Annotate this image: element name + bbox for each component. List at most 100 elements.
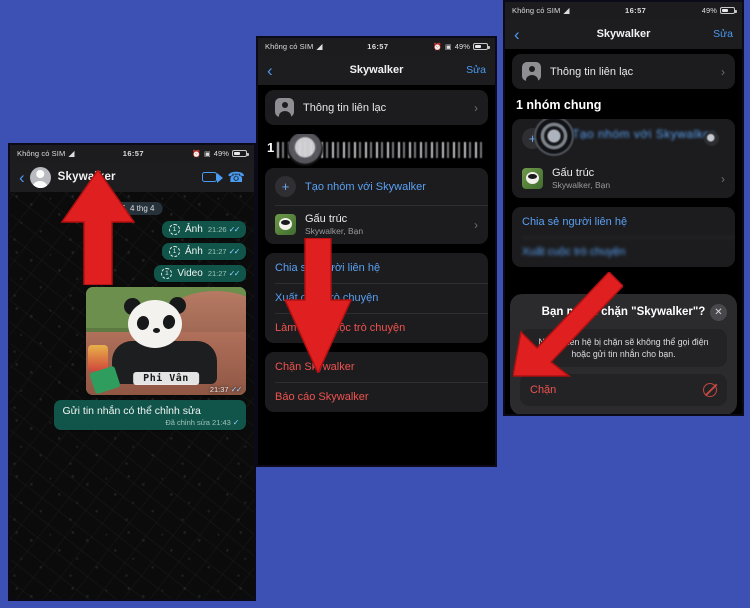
dialog-title: Bạn muốn chặn "Skywalker"? — [541, 306, 706, 318]
photo-caption-sticker: Phi Vân — [133, 372, 199, 385]
view-once-icon: 1 — [169, 246, 181, 257]
chevron-right-icon: › — [721, 171, 725, 186]
info-content: Thông tin liên lạc › 1 nhóm chung + Tạo … — [505, 49, 742, 414]
group-card: + Tạo nhóm với Skywalker Gấu trúc Skywal… — [512, 119, 735, 198]
group-avatar-panda — [275, 214, 296, 235]
media-label: Video — [177, 268, 203, 279]
actions-card: Chia sẻ người liên hệ Xuất cuộc trò chuy… — [265, 253, 488, 343]
edited-meta: Đã chỉnh sửa 21:43 — [165, 418, 231, 427]
dialog-description: Người liên hệ bị chặn sẽ không thể gọi đ… — [520, 329, 727, 367]
chat-navbar: ‹ Skywalker ☎ — [10, 162, 254, 192]
carrier-label: Không có SIM — [265, 42, 314, 51]
battery-icon — [232, 150, 249, 157]
read-receipt-icon: ✓ — [232, 418, 240, 427]
block-icon — [703, 383, 717, 397]
page-title: Skywalker — [349, 64, 404, 76]
alarm-icon: ⏰ — [192, 150, 201, 158]
chevron-left-icon[interactable]: ‹ — [267, 62, 273, 79]
message-time: 21:27 — [207, 269, 227, 278]
media-message-bubble[interactable]: 1 Ảnh 21:27 ✓✓ — [162, 243, 246, 260]
message-time: 21:37 — [209, 385, 229, 394]
battery-percent-label: 49% — [701, 6, 717, 15]
media-message-bubble[interactable]: 1 Ảnh 21:26 ✓✓ — [162, 221, 246, 238]
plus-circle-icon: + — [275, 176, 296, 197]
contact-info-screen: Không có SIM ◢ 16:57 ⏰ ▣ 49% ‹ Skywalker… — [256, 36, 497, 467]
export-chat-row[interactable]: Xuất cuộc trò chuyện — [265, 283, 488, 313]
groups-heading: 1 nhóm chung — [516, 98, 602, 112]
info-navbar: ‹ Skywalker Sửa — [505, 19, 742, 49]
edit-button[interactable]: Sửa — [466, 64, 486, 76]
share-contact-row[interactable]: Chia sẻ người liên hệ — [512, 207, 735, 237]
confirm-block-button[interactable]: Chặn — [520, 374, 727, 406]
block-confirm-dialog: ✕ Bạn muốn chặn "Skywalker"? Người liên … — [510, 294, 737, 414]
message-time: 21:27 — [207, 247, 227, 256]
read-receipt-icon: ✓✓ — [228, 269, 241, 278]
contact-info-row[interactable]: Thông tin liên lạc › — [512, 54, 735, 89]
carrier-label: Không có SIM — [17, 149, 66, 158]
message-time: 21:26 — [207, 225, 227, 234]
contact-info-label: Thông tin liên lạc — [303, 101, 387, 114]
rotation-lock-icon: ▣ — [444, 43, 452, 51]
share-contact-row[interactable]: Chia sẻ người liên hệ — [265, 253, 488, 283]
view-once-icon: 1 — [169, 224, 181, 235]
avatar[interactable] — [29, 166, 51, 188]
chevron-left-icon[interactable]: ‹ — [514, 26, 520, 43]
chevron-right-icon: › — [721, 64, 725, 79]
contact-card-icon — [522, 62, 541, 81]
create-group-label: Tạo nhóm với Skywalker — [572, 127, 715, 141]
rotation-lock-icon: ▣ — [203, 150, 211, 158]
message-row[interactable]: 1 Video 21:27 ✓✓ — [18, 265, 246, 282]
screenshot-stage: Không có SIM ◢ 16:57 ⏰ ▣ 49% ‹ Skywalker… — [0, 0, 750, 608]
create-group-row-blurred[interactable]: + Tạo nhóm với Skywalker — [512, 119, 735, 159]
contact-info-card: Thông tin liên lạc › — [265, 90, 488, 125]
battery-icon — [720, 7, 737, 14]
chevron-left-icon[interactable]: ‹ — [19, 169, 25, 186]
view-once-icon: 1 — [161, 268, 173, 279]
chevron-right-icon: › — [474, 217, 478, 232]
photo-message[interactable]: Phi Vân 21:37 ✓✓ — [86, 287, 246, 395]
voice-call-icon[interactable]: ☎ — [228, 170, 245, 184]
close-icon[interactable]: ✕ — [710, 304, 727, 321]
media-label: Ảnh — [185, 224, 203, 235]
group-name: Gấu trúc — [305, 213, 348, 225]
group-row[interactable]: Gấu trúc Skywalker, Bạn › — [512, 159, 735, 198]
alarm-icon: ⏰ — [433, 43, 442, 51]
clock-label: 16:57 — [122, 149, 144, 158]
battery-percent-label: 49% — [213, 149, 229, 158]
block-contact-row[interactable]: Chặn Skywalker — [265, 352, 488, 382]
edit-button[interactable]: Sửa — [713, 28, 733, 40]
chat-screen: Không có SIM ◢ 16:57 ⏰ ▣ 49% ‹ Skywalker… — [8, 143, 256, 601]
clock-label: 16:57 — [625, 6, 647, 15]
danger-actions-card: Chặn Skywalker Báo cáo Skywalker — [265, 352, 488, 412]
page-title: Skywalker — [596, 28, 651, 40]
read-receipt-icon: ✓✓ — [230, 385, 243, 394]
read-receipt-icon: ✓✓ — [228, 247, 241, 256]
text-message-bubble[interactable]: Gửi tin nhắn có thể chỉnh sửa Đã chỉnh s… — [54, 400, 246, 430]
message-row[interactable]: 1 Ảnh 21:26 ✓✓ — [18, 221, 246, 238]
clock-label: 16:57 — [367, 42, 389, 51]
group-name: Gấu trúc — [552, 167, 595, 179]
motion-blur-artifact — [534, 119, 574, 156]
message-row[interactable]: 1 Ảnh 21:27 ✓✓ — [18, 243, 246, 260]
chevron-right-icon: › — [474, 100, 478, 115]
message-text: Gửi tin nhắn có thể chỉnh sửa — [62, 405, 201, 417]
group-avatar-panda — [522, 168, 543, 189]
contact-name[interactable]: Skywalker — [58, 171, 116, 183]
clear-chat-row[interactable]: Làm trắng cuộc trò chuyện — [265, 313, 488, 343]
create-group-row[interactable]: + Tạo nhóm với Skywalker — [265, 168, 488, 205]
report-contact-row[interactable]: Báo cáo Skywalker — [265, 382, 488, 412]
media-message-bubble[interactable]: 1 Video 21:27 ✓✓ — [154, 265, 246, 282]
status-bar: Không có SIM ◢ 16:57 ⏰ ▣ 49% — [258, 38, 495, 55]
carrier-label: Không có SIM — [512, 6, 561, 15]
export-chat-row[interactable]: Xuất cuộc trò chuyện — [512, 237, 735, 267]
contact-info-label: Thông tin liên lạc — [550, 65, 634, 78]
media-label: Ảnh — [185, 246, 203, 257]
read-receipt-icon: ✓✓ — [228, 225, 241, 234]
chat-message-list[interactable]: Th 5, 4 thg 4 1 Ảnh 21:26 ✓✓ 1 Ảnh 21:27 ✓… — [10, 192, 254, 599]
groups-heading-blurred: 1 — [265, 134, 488, 168]
contact-info-row[interactable]: Thông tin liên lạc › — [265, 90, 488, 125]
group-row[interactable]: Gấu trúc Skywalker, Bạn › — [265, 205, 488, 244]
status-bar: Không có SIM ◢ 16:57 ⏰ ▣ 49% — [10, 145, 254, 162]
video-call-icon[interactable] — [201, 172, 223, 183]
contact-card-icon — [275, 98, 294, 117]
